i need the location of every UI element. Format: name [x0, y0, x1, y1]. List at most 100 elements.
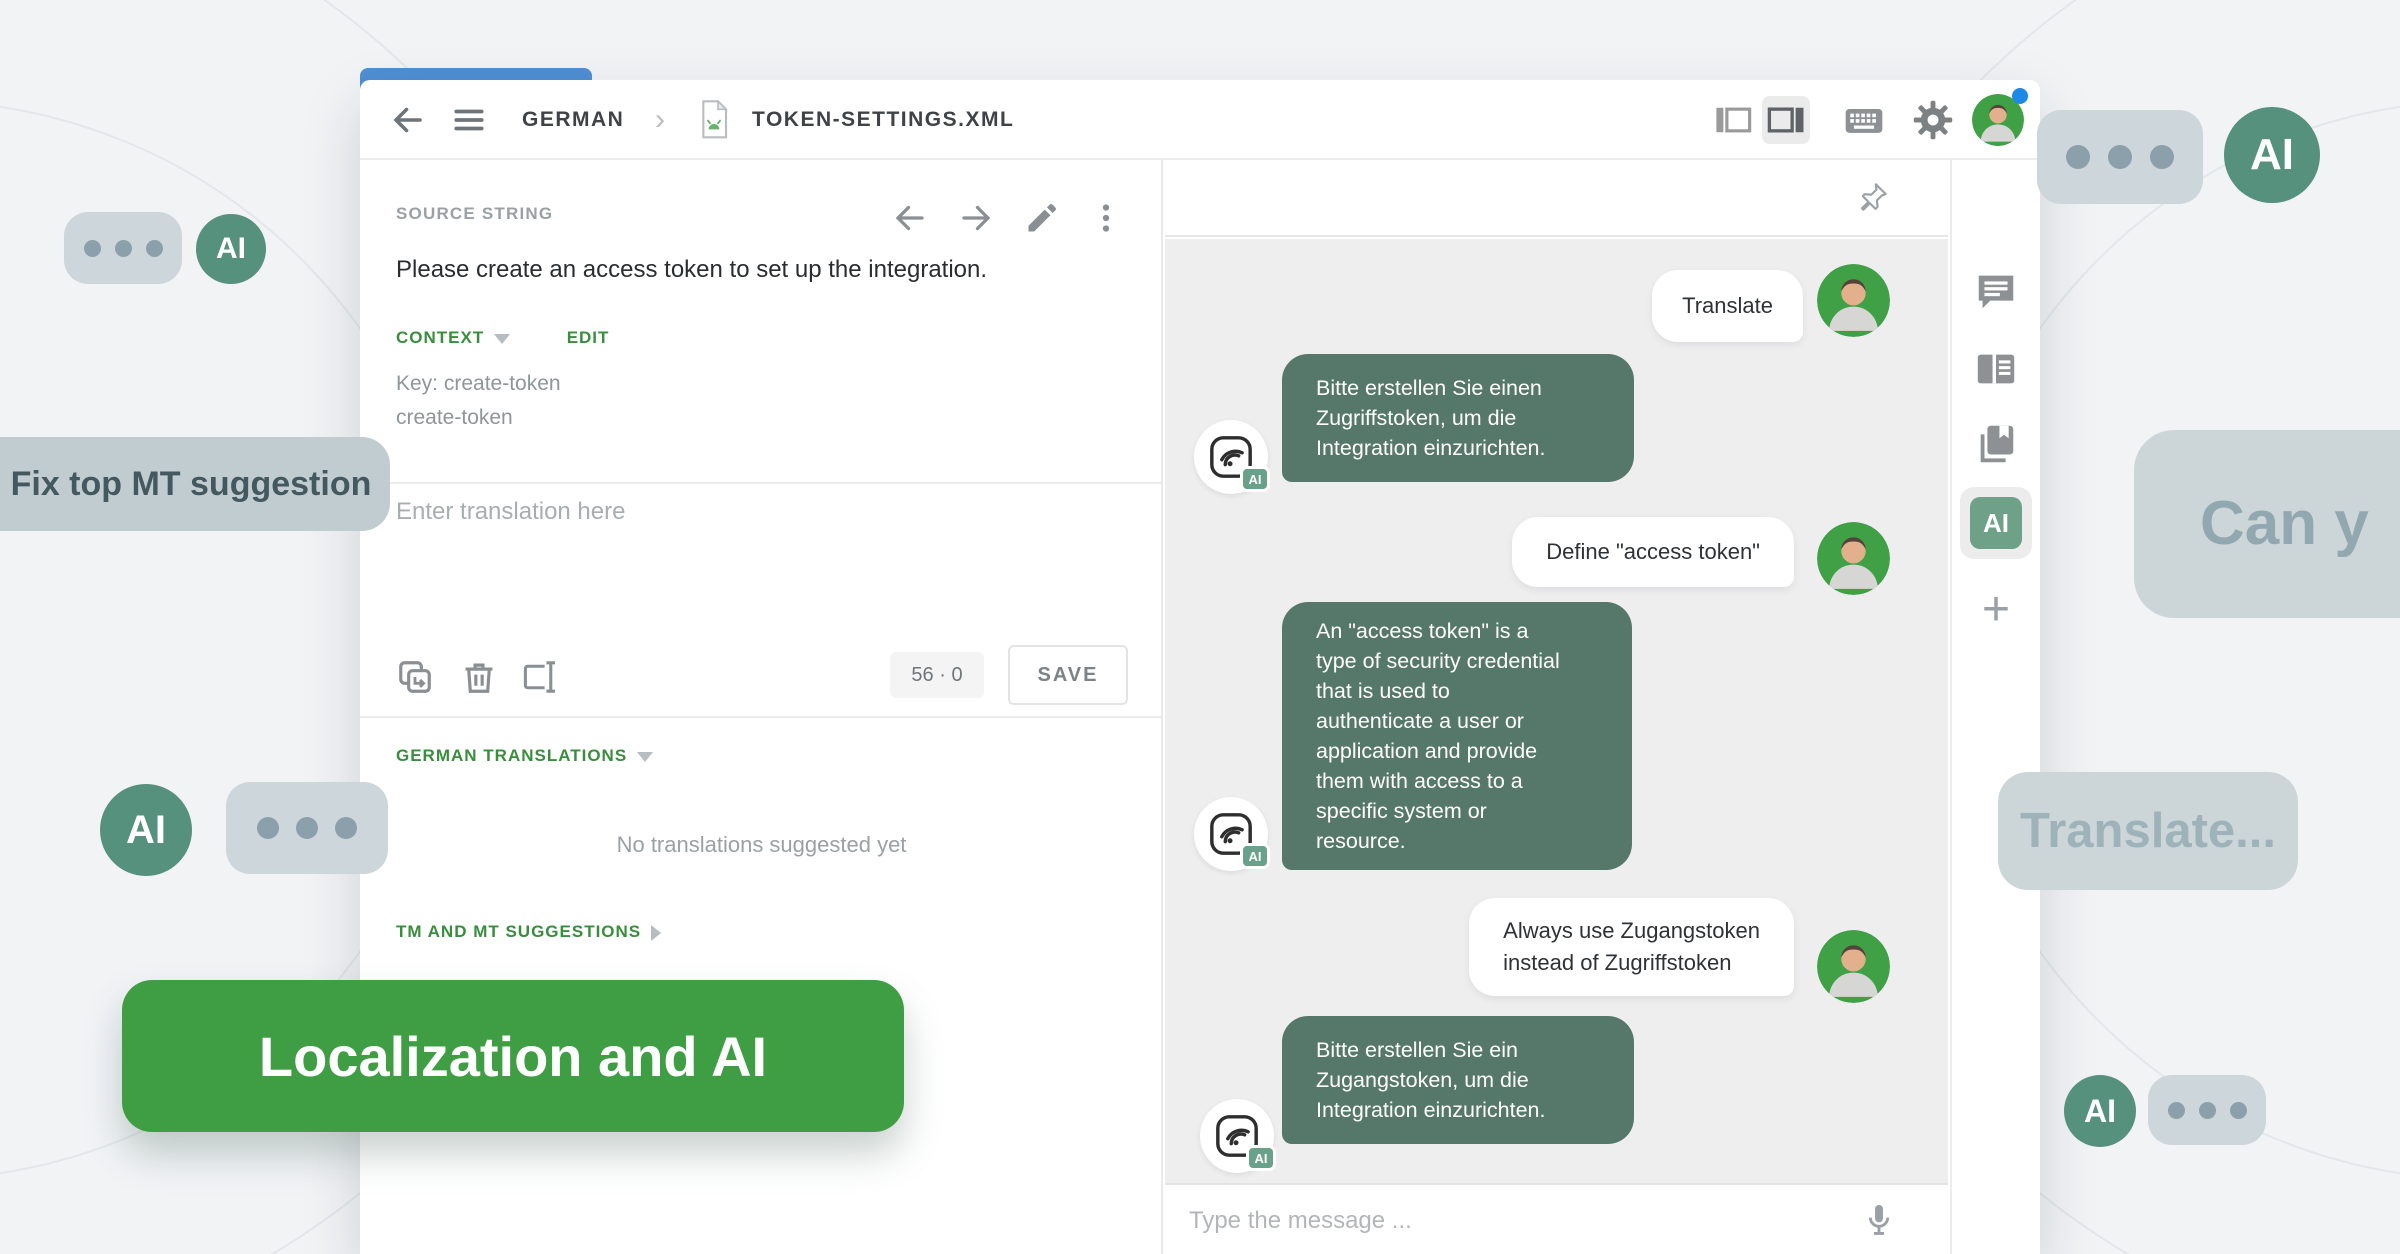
layout-right-panel-button[interactable]	[1762, 80, 1810, 160]
chat-message-ai: An "access token" is a type of security …	[1282, 602, 1632, 870]
microphone-icon	[1860, 1201, 1898, 1239]
select-text-button[interactable]	[520, 658, 560, 701]
suggestions-header-label: TM AND MT SUGGESTIONS	[396, 922, 641, 941]
kebab-menu-icon	[1088, 200, 1124, 236]
context-key: Key: create-token	[396, 372, 561, 396]
ai-avatar: AI	[1194, 797, 1268, 871]
source-string-text: Please create an access token to set up …	[396, 256, 987, 284]
decor-ai-circle: AI	[2224, 107, 2320, 203]
ai-avatar: AI	[1200, 1099, 1274, 1173]
article-icon	[1973, 346, 2019, 392]
online-status-badge	[2012, 88, 2028, 104]
decor-typing-bubble	[2148, 1075, 2266, 1145]
ai-avatar: AI	[1194, 420, 1268, 494]
keyboard-shortcuts-button[interactable]	[1842, 80, 1886, 160]
layout-left-icon	[1712, 99, 1754, 141]
comments-tab[interactable]	[1973, 268, 2019, 319]
next-string-button[interactable]	[958, 200, 994, 241]
suggestions-section-header[interactable]: TM AND MT SUGGESTIONS	[396, 922, 661, 942]
decor-typing-bubble	[64, 212, 182, 284]
menu-button[interactable]	[452, 80, 486, 160]
translations-section-header[interactable]: GERMAN TRANSLATIONS	[396, 746, 653, 766]
translations-header-label: GERMAN TRANSLATIONS	[396, 746, 627, 765]
layout-right-icon	[1765, 99, 1807, 141]
right-sidebar: AI +	[1950, 160, 2040, 1254]
ai-chat-panel: Translate Bitte erstellen Sie einen Zugr…	[1165, 160, 1948, 1254]
ai-badge: AI	[1246, 1145, 1276, 1171]
translation-input[interactable]	[396, 498, 1106, 658]
context-section-header: CONTEXT EDIT	[396, 328, 609, 348]
decor-fix-suggestion-bubble: Fix top MT suggestion	[0, 437, 390, 531]
active-icon-tile	[1762, 96, 1810, 144]
user-avatar	[1817, 264, 1890, 337]
top-toolbar: GERMAN › TOKEN-SETTINGS.XML	[360, 80, 2040, 160]
context-toggle[interactable]: CONTEXT	[396, 328, 484, 347]
chat-message-input[interactable]	[1189, 1185, 1809, 1254]
chat-messages-area: Translate Bitte erstellen Sie einen Zugr…	[1165, 239, 1948, 1183]
context-edit-link[interactable]: EDIT	[567, 328, 610, 347]
save-button[interactable]: SAVE	[1008, 645, 1128, 705]
ai-badge: AI	[1240, 843, 1270, 869]
comment-icon	[1973, 268, 2019, 314]
gear-icon	[1912, 99, 1954, 141]
chevron-down-icon	[637, 752, 653, 762]
breadcrumb-language[interactable]: GERMAN	[522, 80, 624, 160]
text-selection-icon	[520, 658, 560, 696]
pin-chat-button[interactable]	[1856, 180, 1890, 219]
back-button[interactable]	[390, 80, 426, 160]
char-counter: 56 · 0	[890, 652, 984, 698]
edit-source-button[interactable]	[1024, 200, 1060, 241]
glossary-tab[interactable]	[1973, 421, 2019, 472]
layout-left-panel-button[interactable]	[1712, 80, 1754, 160]
chevron-right-icon	[651, 925, 661, 941]
context-tab[interactable]	[1973, 346, 2019, 397]
context-value: create-token	[396, 406, 513, 430]
trash-icon	[460, 658, 498, 696]
copy-source-button[interactable]	[396, 658, 434, 701]
back-arrow-icon	[390, 102, 426, 138]
copy-icon	[396, 658, 434, 696]
pin-icon	[1856, 180, 1890, 214]
empty-translations-message: No translations suggested yet	[360, 832, 1163, 858]
file-type-icon	[698, 80, 730, 160]
chat-message-ai: Bitte erstellen Sie einen Zugriffstoken,…	[1282, 354, 1634, 482]
settings-button[interactable]	[1912, 80, 1954, 160]
book-icon	[1973, 421, 2019, 467]
hamburger-icon	[452, 103, 486, 137]
pencil-icon	[1024, 200, 1060, 236]
decor-ai-circle: AI	[100, 784, 192, 876]
chat-header	[1165, 160, 1948, 237]
divider	[360, 716, 1163, 718]
ai-badge: AI	[1240, 466, 1270, 492]
divider	[360, 482, 1163, 484]
decor-ai-circle: AI	[2064, 1075, 2136, 1147]
breadcrumb-language-label: GERMAN	[522, 108, 624, 132]
clear-translation-button[interactable]	[460, 658, 498, 701]
user-avatar	[1817, 930, 1890, 1003]
source-string-label: SOURCE STRING	[396, 204, 553, 224]
decor-typing-bubble	[226, 782, 388, 874]
chevron-down-icon	[494, 334, 510, 344]
decor-can-you-bubble: Can y	[2134, 430, 2400, 618]
decor-typing-bubble	[2037, 110, 2203, 204]
breadcrumb-file[interactable]: TOKEN-SETTINGS.XML	[752, 80, 1014, 160]
user-avatar	[1817, 522, 1890, 595]
chat-message-user: Always use Zugangstoken instead of Zugri…	[1469, 898, 1794, 996]
decor-ai-circle: AI	[196, 214, 266, 284]
ai-tab-label: AI	[1970, 497, 2022, 549]
chat-message-ai: Bitte erstellen Sie ein Zugangstoken, um…	[1282, 1016, 1634, 1144]
chat-message-user: Define "access token"	[1512, 517, 1794, 587]
chat-input-row	[1165, 1183, 1948, 1254]
keyboard-icon	[1842, 98, 1886, 142]
previous-string-button[interactable]	[892, 200, 928, 241]
decor-translate-bubble: Translate...	[1998, 772, 2298, 890]
decor-banner: Localization and AI	[122, 980, 904, 1132]
ai-assistant-tab-active[interactable]: AI	[1960, 487, 2032, 559]
file-name-label: TOKEN-SETTINGS.XML	[752, 108, 1014, 132]
screenshot-canvas: GERMAN › TOKEN-SETTINGS.XML	[0, 0, 2400, 1254]
breadcrumb-separator: ›	[655, 80, 665, 160]
chat-message-user: Translate	[1652, 270, 1803, 342]
voice-input-button[interactable]	[1860, 1201, 1898, 1244]
more-options-button[interactable]	[1088, 200, 1124, 241]
add-panel-button[interactable]: +	[1982, 582, 2010, 637]
